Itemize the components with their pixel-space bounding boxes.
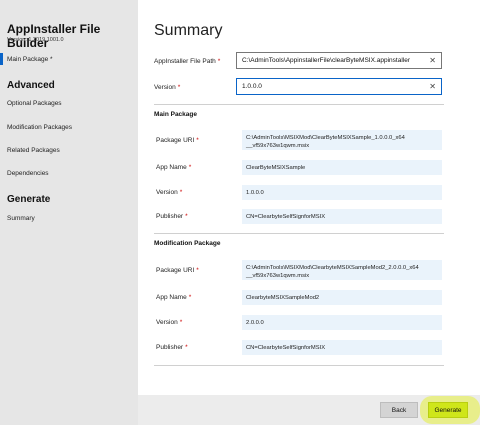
main-content: Summary AppInstaller File Path * C:\Admin… — [138, 0, 480, 425]
main-package-name-value: ClearByteMSIXSample — [242, 160, 442, 175]
divider — [154, 365, 444, 366]
app-version: Version: 1.2019.1001.0 — [7, 37, 64, 43]
sidebar-item-main-package[interactable]: Main Package * — [0, 52, 138, 66]
version-input[interactable]: 1.0.0.0 ✕ — [236, 78, 442, 95]
modification-package-version-value: 2.0.0.0 — [242, 315, 442, 330]
sidebar-section-generate: Generate — [7, 194, 51, 205]
main-package-publisher-label: Publisher * — [156, 213, 188, 220]
main-package-name-label: App Name * — [156, 164, 192, 171]
sidebar-item-optional-packages[interactable]: Optional Packages — [0, 96, 138, 110]
modification-package-uri-label: Package URI * — [156, 267, 199, 274]
main-package-publisher-value: CN=ClearbyteSelfSignforMSIX — [242, 209, 442, 224]
clear-path-icon[interactable]: ✕ — [429, 56, 436, 65]
clear-version-icon[interactable]: ✕ — [429, 82, 436, 91]
back-button[interactable]: Back — [380, 402, 418, 418]
divider — [154, 233, 444, 234]
sidebar-item-related-packages[interactable]: Related Packages — [0, 143, 138, 157]
modification-package-name-label: App Name * — [156, 294, 192, 301]
modification-package-title: Modification Package — [154, 240, 221, 247]
sidebar-section-advanced: Advanced — [7, 80, 55, 91]
modification-package-version-label: Version * — [156, 319, 183, 326]
main-package-title: Main Package — [154, 111, 197, 118]
generate-button[interactable]: Generate — [428, 402, 468, 418]
main-package-uri-label: Package URI * — [156, 137, 199, 144]
sidebar-item-summary[interactable]: Summary — [0, 211, 138, 225]
main-package-uri-value: C:\AdminTools\MSIXMod\ClearByteMSIXSampl… — [242, 130, 442, 150]
modification-package-name-value: ClearbyteMSIXSampleMod2 — [242, 290, 442, 305]
path-label: AppInstaller File Path * — [154, 57, 221, 65]
app-window: AppInstaller File Builder Version: 1.201… — [0, 0, 480, 425]
sidebar-item-modification-packages[interactable]: Modification Packages — [0, 120, 138, 134]
modification-package-publisher-label: Publisher * — [156, 344, 188, 351]
modification-package-uri-value: C:\AdminTools\MSIXMod\ClearbyteMSIXSampl… — [242, 260, 442, 280]
version-label: Version * — [154, 83, 181, 91]
sidebar-item-dependencies[interactable]: Dependencies — [0, 166, 138, 180]
version-field-row: Version * 1.0.0.0 ✕ — [154, 78, 444, 96]
sidebar: AppInstaller File Builder Version: 1.201… — [0, 0, 138, 425]
main-package-version-label: Version * — [156, 189, 183, 196]
page-title: Summary — [154, 22, 223, 39]
path-input[interactable]: C:\AdminTools\AppinstallerFile\clearByte… — [236, 52, 442, 69]
path-field-row: AppInstaller File Path * C:\AdminTools\Ap… — [154, 52, 444, 70]
divider — [154, 104, 444, 105]
modification-package-publisher-value: CN=ClearbyteSelfSignforMSIX — [242, 340, 442, 355]
main-package-version-value: 1.0.0.0 — [242, 185, 442, 200]
footer-bar: Back Generate — [138, 395, 480, 425]
app-title: AppInstaller File Builder — [7, 22, 101, 50]
